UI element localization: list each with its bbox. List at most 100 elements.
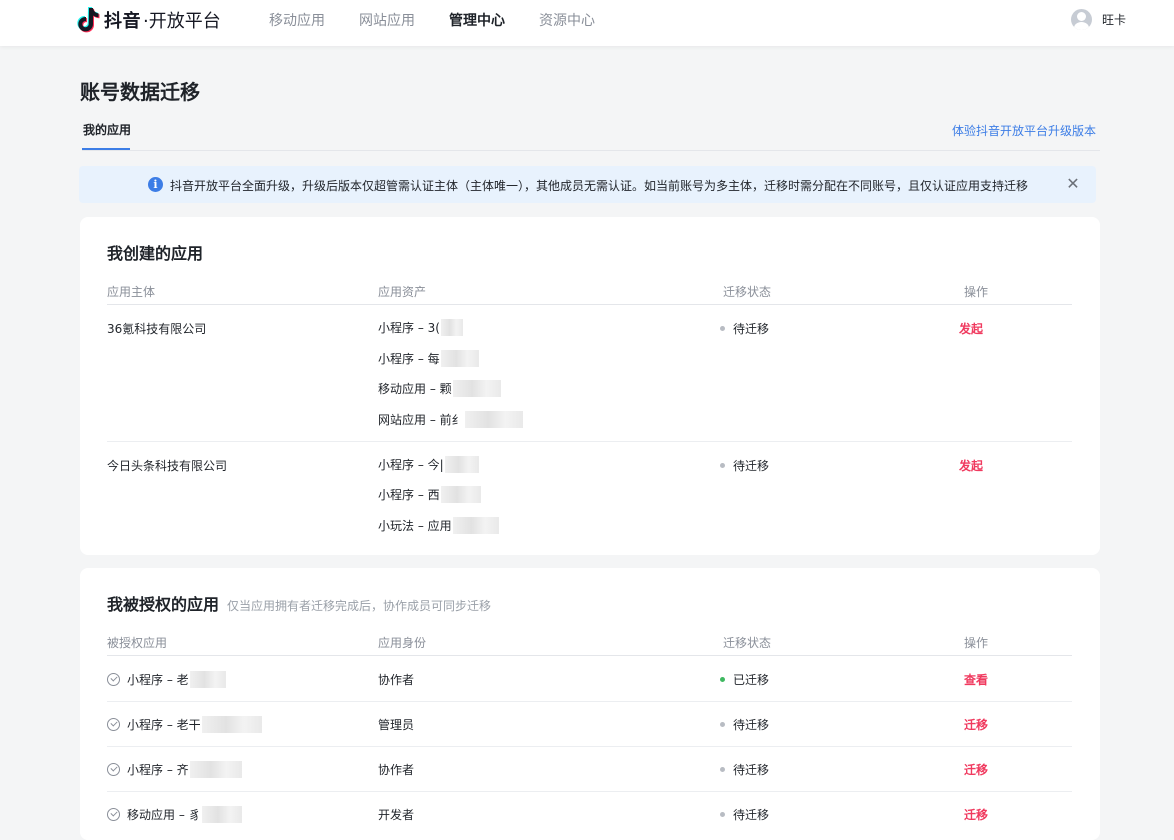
status-badge: 待迁移 bbox=[720, 716, 769, 733]
redacted-block bbox=[464, 411, 523, 428]
redacted-block bbox=[189, 761, 242, 778]
col-authorized-app: 被授权应用 bbox=[107, 636, 168, 650]
authorized-app: 移动应用 – 豸 bbox=[107, 806, 242, 823]
redacted-block bbox=[440, 486, 481, 503]
asset-item: 移动应用 – 颗 bbox=[378, 380, 501, 397]
pending-dot-icon bbox=[720, 767, 725, 772]
nav-mobile-apps[interactable]: 移动应用 bbox=[269, 10, 325, 30]
check-circle-icon bbox=[107, 673, 120, 686]
tab-bar: 我的应用 体验抖音开放平台升级版本 bbox=[82, 112, 1100, 151]
douyin-note-icon bbox=[77, 7, 100, 33]
upgrade-notice-banner: i 抖音开放平台全面升级，升级后版本仅超管需认证主体（主体唯一），其他成员无需认… bbox=[79, 166, 1096, 203]
redacted-block bbox=[452, 517, 499, 534]
authorized-app: 小程序 – 老干 bbox=[107, 716, 262, 733]
app-role: 开发者 bbox=[378, 808, 415, 822]
user-menu[interactable]: 旺卡 bbox=[1071, 9, 1126, 30]
authorized-apps-table-header: 被授权应用 应用身份 迁移状态 操作 bbox=[107, 634, 1072, 656]
asset-item: 小程序 – 今| bbox=[378, 456, 479, 473]
view-button[interactable]: 查看 bbox=[964, 671, 988, 688]
table-row: 小程序 – 老干 管理员 待迁移 迁移 bbox=[107, 702, 1072, 747]
check-circle-icon bbox=[107, 808, 120, 821]
table-row: 移动应用 – 豸 开发者 待迁移 迁移 bbox=[107, 792, 1072, 837]
created-apps-table-header: 应用主体 应用资产 迁移状态 操作 bbox=[107, 283, 1072, 305]
status-badge: 待迁移 bbox=[720, 761, 769, 778]
brand-subtitle: ·开放平台 bbox=[143, 11, 221, 32]
status-badge: 待迁移 bbox=[720, 806, 769, 823]
table-row: 今日头条科技有限公司 小程序 – 今| 小程序 – 西 小玩法 – 应用 待迁移… bbox=[107, 443, 1072, 553]
entity-name: 36氪科技有限公司 bbox=[107, 322, 207, 336]
status-text: 待迁移 bbox=[733, 459, 770, 473]
close-icon[interactable]: ✕ bbox=[1064, 175, 1082, 193]
status-badge: 已迁移 bbox=[720, 671, 769, 688]
redacted-block bbox=[201, 806, 242, 823]
initiate-button[interactable]: 发起 bbox=[959, 320, 983, 337]
page-title: 账号数据迁移 bbox=[80, 80, 200, 104]
authorized-apps-title: 我被授权的应用 仅当应用拥有者迁移完成后，协作成员可同步迁移 bbox=[107, 591, 491, 615]
status-text: 待迁移 bbox=[733, 763, 770, 777]
redacted-block bbox=[444, 456, 479, 473]
status-text: 待迁移 bbox=[733, 808, 770, 822]
migrate-button[interactable]: 迁移 bbox=[964, 806, 988, 823]
app-role: 协作者 bbox=[378, 763, 415, 777]
active-tab-indicator bbox=[82, 148, 130, 150]
done-dot-icon bbox=[720, 677, 725, 682]
pending-dot-icon bbox=[720, 326, 725, 331]
col-action: 操作 bbox=[964, 636, 989, 650]
brand-name: 抖音 bbox=[104, 11, 141, 32]
table-row: 小程序 – 老 协作者 已迁移 查看 bbox=[107, 657, 1072, 702]
asset-label: 小玩法 – 应用 bbox=[378, 519, 452, 533]
entity-name: 今日头条科技有限公司 bbox=[107, 459, 228, 473]
redacted-block bbox=[452, 380, 501, 397]
upgrade-version-link[interactable]: 体验抖音开放平台升级版本 bbox=[952, 122, 1096, 139]
nav-web-apps[interactable]: 网站应用 bbox=[359, 10, 415, 30]
user-name: 旺卡 bbox=[1102, 13, 1127, 27]
asset-label: 小程序 – 3( bbox=[378, 321, 440, 335]
douyin-logo[interactable]: 抖音 ·开放平台 bbox=[76, 4, 221, 36]
app-label: 移动应用 – 豸 bbox=[127, 808, 201, 822]
app-role: 协作者 bbox=[378, 673, 415, 687]
tab-my-apps[interactable]: 我的应用 bbox=[82, 121, 132, 150]
status-text: 待迁移 bbox=[733, 718, 770, 732]
asset-item: 小程序 – 西 bbox=[378, 486, 481, 503]
asset-item: 小程序 – 3( bbox=[378, 319, 463, 336]
user-avatar-icon bbox=[1071, 9, 1092, 30]
asset-label: 小程序 – 每 bbox=[378, 352, 440, 366]
authorized-apps-card: 我被授权的应用 仅当应用拥有者迁移完成后，协作成员可同步迁移 被授权应用 应用身份… bbox=[80, 568, 1100, 840]
col-assets: 应用资产 bbox=[378, 285, 427, 299]
col-status: 迁移状态 bbox=[723, 285, 772, 299]
redacted-block bbox=[440, 350, 479, 367]
col-entity: 应用主体 bbox=[107, 285, 156, 299]
authorized-app: 小程序 – 老 bbox=[107, 671, 226, 688]
asset-label: 小程序 – 西 bbox=[378, 488, 440, 502]
pending-dot-icon bbox=[720, 812, 725, 817]
status-text: 待迁移 bbox=[733, 322, 770, 336]
redacted-block bbox=[440, 319, 463, 336]
asset-label: 网站应用 – 前纟 bbox=[378, 413, 464, 427]
asset-label: 移动应用 – 颗 bbox=[378, 382, 452, 396]
app-role: 管理员 bbox=[378, 718, 415, 732]
status-badge: 待迁移 bbox=[720, 457, 769, 474]
asset-label: 小程序 – 今| bbox=[378, 458, 444, 472]
migrate-button[interactable]: 迁移 bbox=[964, 761, 988, 778]
col-role: 应用身份 bbox=[378, 636, 427, 650]
status-badge: 待迁移 bbox=[720, 320, 769, 337]
initiate-button[interactable]: 发起 bbox=[959, 457, 983, 474]
app-label: 小程序 – 齐 bbox=[127, 763, 189, 777]
table-row: 36氪科技有限公司 小程序 – 3( 小程序 – 每 移动应用 – 颗 网站应用… bbox=[107, 306, 1072, 442]
col-action: 操作 bbox=[964, 285, 989, 299]
check-circle-icon bbox=[107, 763, 120, 776]
migrate-button[interactable]: 迁移 bbox=[964, 716, 988, 733]
app-label: 小程序 – 老 bbox=[127, 673, 189, 687]
app-label: 小程序 – 老干 bbox=[127, 718, 201, 732]
main-nav: 移动应用 网站应用 管理中心 资源中心 bbox=[269, 0, 629, 40]
table-row: 小程序 – 齐 协作者 待迁移 迁移 bbox=[107, 747, 1072, 792]
top-bar: 抖音 ·开放平台 移动应用 网站应用 管理中心 资源中心 旺卡 bbox=[0, 0, 1174, 46]
authorized-title-text: 我被授权的应用 bbox=[107, 595, 220, 614]
nav-management-center[interactable]: 管理中心 bbox=[449, 10, 505, 30]
authorized-subtitle: 仅当应用拥有者迁移完成后，协作成员可同步迁移 bbox=[227, 599, 492, 613]
notice-text: 抖音开放平台全面升级，升级后版本仅超管需认证主体（主体唯一），其他成员无需认证。… bbox=[170, 179, 1029, 193]
nav-resource-center[interactable]: 资源中心 bbox=[539, 10, 595, 30]
info-icon: i bbox=[148, 177, 163, 192]
redacted-block bbox=[201, 716, 262, 733]
col-status: 迁移状态 bbox=[723, 636, 772, 650]
